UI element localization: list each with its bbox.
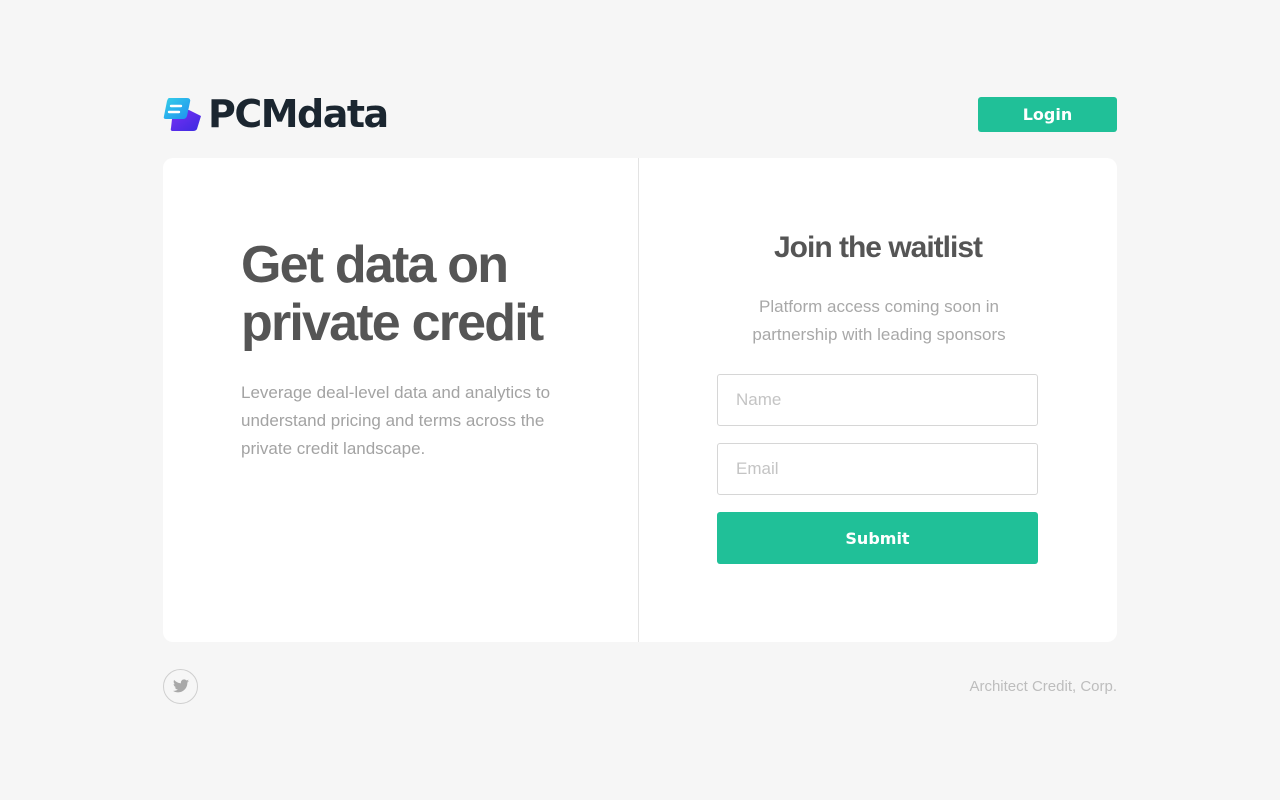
hero-headline: Get data on private credit [241,236,601,352]
waitlist-subtitle: Platform access coming soon in partnersh… [752,297,1006,344]
twitter-icon [172,679,189,693]
login-button[interactable]: Login [978,96,1117,132]
name-input[interactable] [717,374,1038,426]
headline-line-1: Get data on [241,236,509,294]
site-header: PCMdata Login [163,92,1117,136]
logo-mark-icon [163,98,201,131]
waitlist-panel: Join the waitlist Platform access coming… [639,158,1117,642]
logo-text: PCMdata [208,92,389,136]
company-name: Architect Credit, Corp. [969,677,1117,695]
submit-button[interactable]: Submit [717,512,1038,564]
headline-line-2: private credit [241,294,544,352]
logo[interactable]: PCMdata [163,92,389,136]
site-footer: Architect Credit, Corp. [163,668,1117,704]
waitlist-title: Join the waitlist [773,231,983,264]
hero-lead: Leverage deal-level data and analytics t… [241,383,551,458]
twitter-link[interactable] [163,668,198,704]
hero-panel: Get data on private credit Leverage deal… [163,158,639,642]
email-input[interactable] [717,443,1038,495]
main-card: Get data on private credit Leverage deal… [163,158,1117,642]
